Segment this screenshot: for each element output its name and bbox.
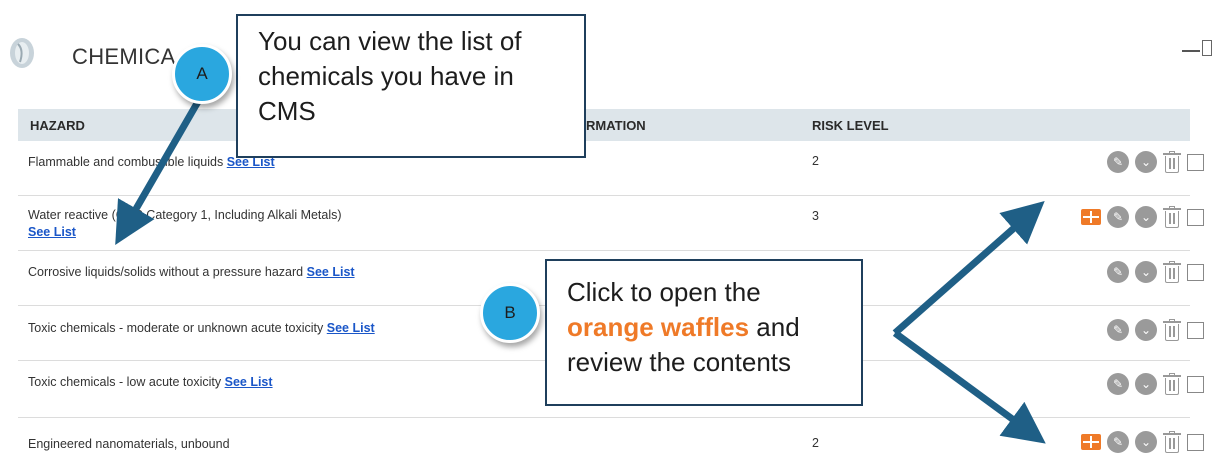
row-checkbox[interactable] — [1187, 153, 1204, 171]
table-row: Water reactive (GHS Category 1, Includin… — [18, 196, 1204, 251]
risk-level: 2 — [812, 436, 819, 450]
row-actions: ✎ ⌄ — [1107, 261, 1204, 283]
window-controls — [1182, 40, 1212, 56]
row-checkbox[interactable] — [1187, 375, 1204, 393]
chevron-down-icon[interactable]: ⌄ — [1135, 206, 1157, 228]
row-checkbox[interactable] — [1187, 321, 1204, 339]
see-list-link[interactable]: See List — [307, 265, 355, 279]
callout-b-line-1: Click to open the — [567, 277, 761, 307]
waffle-icon[interactable] — [1081, 434, 1101, 450]
row-checkbox[interactable] — [1187, 433, 1204, 451]
chevron-down-icon[interactable]: ⌄ — [1135, 431, 1157, 453]
callout-b-line-2-rest: and — [749, 312, 800, 342]
row-checkbox[interactable] — [1187, 263, 1204, 281]
chevron-down-icon[interactable]: ⌄ — [1135, 319, 1157, 341]
chevron-down-icon[interactable]: ⌄ — [1135, 373, 1157, 395]
trash-icon[interactable] — [1163, 373, 1181, 395]
hazard-text: Toxic chemicals - moderate or unknown ac… — [28, 321, 324, 335]
header-hazard[interactable]: HAZARD — [30, 118, 85, 133]
callout-a-line-3: CMS — [258, 96, 316, 126]
hazard-text: Engineered nanomaterials, unbound — [28, 437, 230, 451]
maximize-icon[interactable] — [1202, 40, 1212, 56]
callout-a-line-2: chemicals you have in — [258, 61, 514, 91]
trash-icon[interactable] — [1163, 319, 1181, 341]
hazard-text: Flammable and combustible liquids — [28, 155, 224, 169]
hazard-text: Corrosive liquids/solids without a press… — [28, 265, 304, 279]
app-logo-icon — [10, 38, 34, 68]
see-list-link[interactable]: See List — [327, 321, 375, 335]
table-row: Flammable and combustible liquids See Li… — [18, 141, 1204, 196]
minimize-icon[interactable] — [1182, 50, 1200, 52]
trash-icon[interactable] — [1163, 261, 1181, 283]
row-checkbox[interactable] — [1187, 208, 1204, 226]
chevron-down-icon[interactable]: ⌄ — [1135, 261, 1157, 283]
risk-level: 3 — [812, 209, 819, 223]
chevron-down-icon[interactable]: ⌄ — [1135, 151, 1157, 173]
pencil-icon[interactable]: ✎ — [1107, 431, 1129, 453]
row-actions: ✎ ⌄ — [1081, 206, 1204, 228]
row-actions: ✎ ⌄ — [1107, 319, 1204, 341]
callout-a-line-1: You can view the list of — [258, 26, 522, 56]
table-header: HAZARD RMATION RISK LEVEL — [18, 109, 1190, 141]
callout-a: You can view the list of chemicals you h… — [236, 14, 586, 158]
risk-level: 2 — [812, 154, 819, 168]
pencil-icon[interactable]: ✎ — [1107, 319, 1129, 341]
hazard-text: Toxic chemicals - low acute toxicity — [28, 375, 222, 389]
hazard-text: Water reactive (GHS Category 1, Includin… — [28, 208, 342, 222]
trash-icon[interactable] — [1163, 431, 1181, 453]
badge-b: B — [480, 283, 540, 343]
waffle-icon[interactable] — [1081, 209, 1101, 225]
badge-a: A — [172, 44, 232, 104]
section-title: CHEMICA — [72, 44, 176, 69]
callout-b: Click to open the orange waffles and rev… — [545, 259, 863, 406]
hazard-cell: Toxic chemicals - low acute toxicity See… — [28, 374, 273, 391]
trash-icon[interactable] — [1163, 151, 1181, 173]
see-list-link[interactable]: See List — [28, 225, 76, 239]
callout-b-line-2: orange waffles and — [567, 310, 861, 345]
pencil-icon[interactable]: ✎ — [1107, 373, 1129, 395]
callout-b-line-3: review the contents — [567, 347, 792, 377]
table-row: Engineered nanomaterials, unbound 2 ✎ ⌄ — [18, 418, 1204, 453]
pencil-icon[interactable]: ✎ — [1107, 206, 1129, 228]
header-risk-level[interactable]: RISK LEVEL — [812, 118, 889, 133]
header-information[interactable]: RMATION — [586, 118, 646, 133]
row-actions: ✎ ⌄ — [1107, 151, 1204, 173]
pencil-icon[interactable]: ✎ — [1107, 261, 1129, 283]
hazard-cell: Toxic chemicals - moderate or unknown ac… — [28, 320, 408, 337]
see-list-link[interactable]: See List — [225, 375, 273, 389]
pencil-icon[interactable]: ✎ — [1107, 151, 1129, 173]
hazard-cell: Corrosive liquids/solids without a press… — [28, 264, 355, 281]
callout-b-highlight: orange waffles — [567, 312, 750, 342]
trash-icon[interactable] — [1163, 206, 1181, 228]
hazard-cell: Water reactive (GHS Category 1, Includin… — [28, 207, 358, 241]
row-actions: ✎ ⌄ — [1107, 373, 1204, 395]
row-actions: ✎ ⌄ — [1081, 431, 1204, 453]
hazard-cell: Engineered nanomaterials, unbound — [28, 436, 230, 453]
